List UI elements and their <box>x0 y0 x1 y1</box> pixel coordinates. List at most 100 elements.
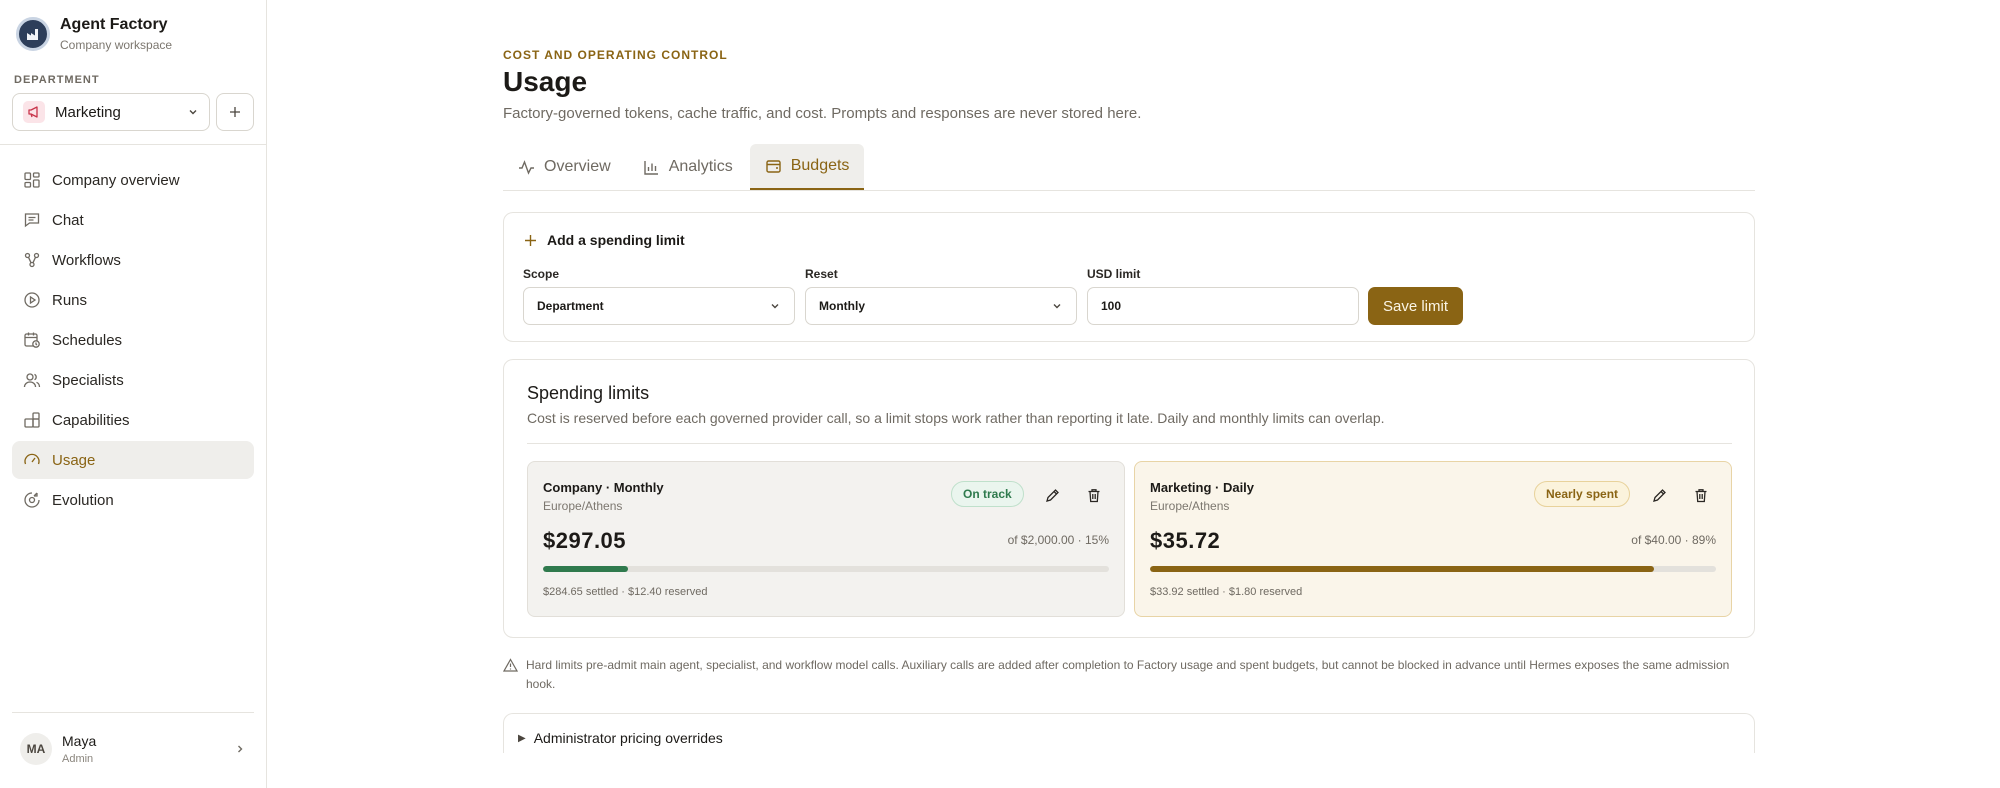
budget-timezone: Europe/Athens <box>543 499 623 513</box>
chevron-down-icon <box>189 110 197 115</box>
spending-limits-divider <box>527 443 1732 444</box>
megaphone-icon <box>23 101 45 123</box>
chevron-down-icon <box>1053 304 1061 309</box>
scope-value: Department <box>537 299 604 313</box>
tab-budgets[interactable]: Budgets <box>749 144 865 190</box>
sidebar-item-label: Chat <box>52 211 84 229</box>
sidebar-item-label: Runs <box>52 291 88 309</box>
wallet-icon <box>766 159 781 173</box>
trash-icon <box>1695 488 1707 502</box>
user-role: Admin <box>62 753 94 765</box>
user-menu[interactable]: MA Maya Admin <box>20 733 246 765</box>
budget-spent: $35.72 <box>1150 528 1221 553</box>
sidebar-item-company-overview[interactable]: Company overview <box>12 161 254 199</box>
sidebar-item-evolution[interactable]: Evolution <box>12 481 254 519</box>
reset-label: Reset <box>805 267 838 281</box>
plus-icon <box>230 107 240 117</box>
tab-label: Analytics <box>668 158 733 175</box>
sidebar-item-specialists[interactable]: Specialists <box>12 361 254 399</box>
users-icon <box>23 373 41 388</box>
scope-select[interactable]: Department <box>523 287 795 325</box>
bar-chart-icon <box>643 160 658 175</box>
add-limit-heading-label: Add a spending limit <box>547 232 685 248</box>
budget-name: Company · Monthly <box>543 480 664 495</box>
workspace-name: Agent Factory <box>60 16 168 33</box>
hard-limits-note: Hard limits pre-admit main agent, specia… <box>503 656 1755 694</box>
chevron-right-icon <box>238 745 243 753</box>
budget-detail: $33.92 settled · $1.80 reserved <box>1150 586 1303 598</box>
sidebar-item-label: Schedules <box>52 331 123 349</box>
user-name: Maya <box>62 733 97 749</box>
sidebar-item-chat[interactable]: Chat <box>12 201 254 239</box>
budget-of: of $2,000.00 · 15% <box>1007 533 1109 547</box>
budget-progress-track <box>543 566 1109 572</box>
budget-card-marketing-daily: Marketing · Daily Europe/Athens Nearly s… <box>1134 461 1732 617</box>
spending-limits-title: Spending limits <box>527 383 650 403</box>
reset-value: Monthly <box>819 299 865 313</box>
evolution-icon <box>24 492 40 508</box>
workspace-header[interactable]: Agent Factory Company workspace <box>16 16 172 52</box>
sidebar-item-label: Evolution <box>52 491 114 509</box>
sidebar-divider <box>0 144 266 145</box>
plus-icon <box>525 234 536 246</box>
delete-budget-button[interactable] <box>1080 481 1108 509</box>
sidebar: Agent Factory Company workspace DEPARTME… <box>0 0 267 788</box>
play-circle-icon <box>24 292 40 308</box>
warning-icon <box>503 658 518 672</box>
activity-icon <box>519 159 534 175</box>
pencil-icon <box>1652 488 1666 502</box>
status-badge: Nearly spent <box>1534 481 1631 507</box>
edit-budget-button[interactable] <box>1038 481 1066 509</box>
budget-card-company-monthly: Company · Monthly Europe/Athens On track… <box>527 461 1125 617</box>
budget-progress-track <box>1150 566 1716 572</box>
scope-label: Scope <box>523 267 560 281</box>
status-badge: On track <box>951 481 1024 507</box>
spending-limits-card: Spending limits Cost is reserved before … <box>503 359 1755 638</box>
sidebar-nav: Company overview Chat Workflows Runs Sch… <box>12 161 254 521</box>
trash-icon <box>1088 488 1100 502</box>
add-limit-card: Add a spending limit Scope Department Re… <box>503 212 1755 342</box>
add-limit-heading[interactable]: Add a spending limit <box>524 232 685 248</box>
sidebar-item-usage[interactable]: Usage <box>12 441 254 479</box>
department-name: Marketing <box>55 103 121 121</box>
usd-limit-label: USD limit <box>1087 267 1141 281</box>
sidebar-item-schedules[interactable]: Schedules <box>12 321 254 359</box>
budget-detail: $284.65 settled · $12.40 reserved <box>543 586 708 598</box>
sidebar-item-label: Specialists <box>52 371 124 389</box>
sidebar-item-capabilities[interactable]: Capabilities <box>12 401 254 439</box>
budget-timezone: Europe/Athens <box>1150 499 1230 513</box>
page-title: Usage <box>503 66 588 97</box>
save-limit-button[interactable]: Save limit <box>1368 287 1463 325</box>
usd-limit-input[interactable]: 100 <box>1087 287 1359 325</box>
edit-budget-button[interactable] <box>1645 481 1673 509</box>
sidebar-item-label: Capabilities <box>52 411 130 429</box>
sidebar-item-label: Workflows <box>52 251 121 269</box>
pricing-overrides-panel[interactable]: ▶ Administrator pricing overrides <box>503 713 1755 753</box>
add-department-button[interactable] <box>216 93 254 131</box>
budget-spent: $297.05 <box>543 528 627 553</box>
budget-of: of $40.00 · 89% <box>1631 533 1716 547</box>
chat-icon <box>24 213 40 228</box>
usd-limit-value: 100 <box>1101 299 1122 313</box>
blocks-icon <box>24 412 40 428</box>
sidebar-item-workflows[interactable]: Workflows <box>12 241 254 279</box>
budget-name: Marketing · Daily <box>1150 480 1255 495</box>
budget-progress-fill <box>543 566 628 572</box>
sidebar-item-label: Company overview <box>52 171 180 189</box>
disclosure-triangle-icon: ▶ <box>518 732 526 744</box>
department-label: DEPARTMENT <box>14 74 100 86</box>
tab-overview[interactable]: Overview <box>503 144 626 190</box>
tab-label: Overview <box>544 158 611 175</box>
tab-analytics[interactable]: Analytics <box>628 144 748 190</box>
delete-budget-button[interactable] <box>1687 481 1715 509</box>
department-select[interactable]: Marketing <box>12 93 210 131</box>
page-subtitle: Factory-governed tokens, cache traffic, … <box>503 105 1142 122</box>
avatar: MA <box>20 733 52 765</box>
spending-limits-description: Cost is reserved before each governed pr… <box>527 410 1385 426</box>
workspace-subtitle: Company workspace <box>60 38 173 52</box>
workflow-icon <box>24 252 40 268</box>
budget-progress-fill <box>1150 566 1654 572</box>
sidebar-item-runs[interactable]: Runs <box>12 281 254 319</box>
gauge-icon <box>24 453 40 465</box>
reset-select[interactable]: Monthly <box>805 287 1077 325</box>
